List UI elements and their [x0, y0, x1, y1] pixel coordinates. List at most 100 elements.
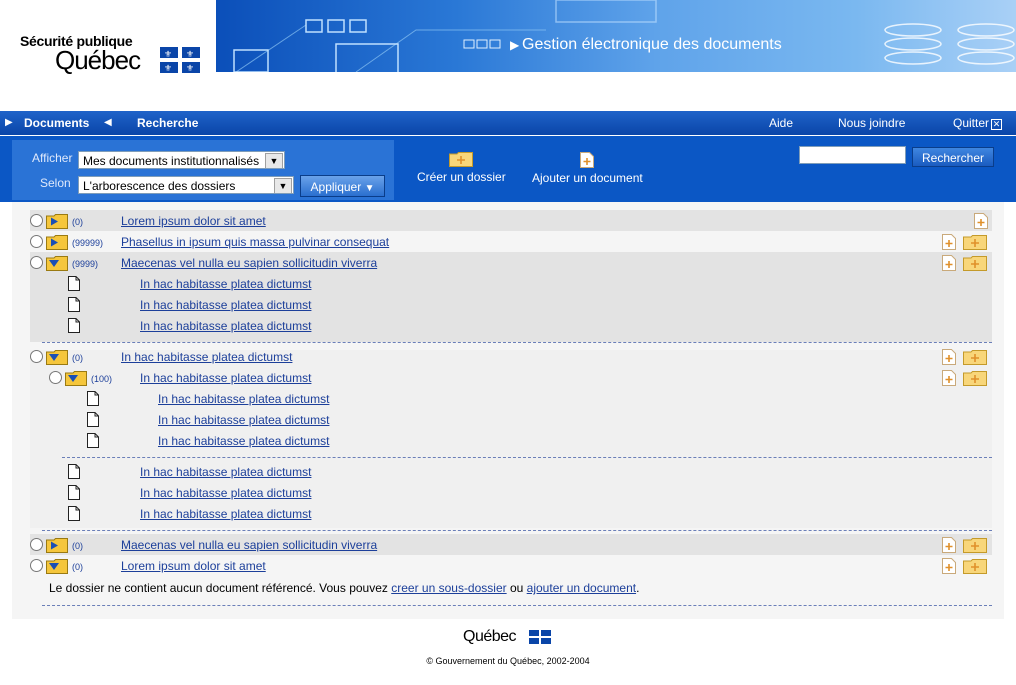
select-radio[interactable] — [30, 214, 43, 227]
add-folder-icon[interactable] — [963, 559, 987, 574]
document-link[interactable]: In hac habitasse platea dictumst — [140, 507, 311, 521]
add-folder-icon[interactable] — [963, 235, 987, 250]
logo: Sécurité publique Québec ⚜ ⚜ ⚜ ⚜ — [0, 0, 216, 73]
folder-closed-icon[interactable] — [46, 538, 68, 553]
row-actions — [942, 537, 987, 556]
select-radio[interactable] — [30, 538, 43, 551]
folder-open-icon[interactable] — [46, 350, 68, 365]
document-icon — [68, 297, 80, 312]
selon-label: Selon — [40, 176, 71, 190]
document-link[interactable]: In hac habitasse platea dictumst — [158, 413, 329, 427]
svg-text:⚜: ⚜ — [186, 64, 194, 73]
empty-folder-message: Le dossier ne contient aucun document ré… — [49, 581, 639, 595]
document-link[interactable]: In hac habitasse platea dictumst — [140, 298, 311, 312]
chevron-down-icon: ▼ — [265, 153, 283, 168]
document-icon — [87, 391, 99, 406]
afficher-select[interactable]: Mes documents institutionnalisés ▼ — [78, 151, 285, 169]
add-document-icon[interactable] — [942, 370, 956, 386]
document-icon — [68, 276, 80, 291]
copyright: © Gouvernement du Québec, 2002-2004 — [426, 656, 590, 666]
select-radio[interactable] — [30, 559, 43, 572]
tree-row: (99999) Phasellus in ipsum quis massa pu… — [30, 231, 992, 252]
tree-row: (0) Lorem ipsum dolor sit amet — [30, 555, 992, 576]
add-document-icon[interactable] — [942, 234, 956, 250]
document-icon — [68, 485, 80, 500]
document-link[interactable]: In hac habitasse platea dictumst — [140, 319, 311, 333]
afficher-label: Afficher — [32, 151, 73, 165]
nav-documents[interactable]: Documents — [24, 116, 89, 130]
document-icon — [68, 318, 80, 333]
search-button[interactable]: Rechercher — [912, 147, 994, 167]
document-row: In hac habitasse platea dictumst — [30, 430, 992, 451]
folder-link[interactable]: In hac habitasse platea dictumst — [121, 350, 292, 364]
document-icon — [68, 506, 80, 521]
nav-quitter[interactable]: Quitter ✕ — [953, 116, 1003, 130]
selon-select[interactable]: L'arborescence des dossiers ▼ — [78, 176, 294, 194]
search-input[interactable] — [799, 146, 906, 164]
folder-open-icon[interactable] — [65, 371, 87, 386]
empty-message-end: . — [636, 581, 640, 595]
banner-title: Gestion électronique des documents — [522, 36, 782, 53]
folder-link[interactable]: In hac habitasse platea dictumst — [140, 371, 311, 385]
add-folder-icon[interactable] — [963, 350, 987, 365]
add-document-icon[interactable] — [942, 255, 956, 271]
document-tree: (0) Lorem ipsum dolor sit amet (99999) P… — [12, 202, 1004, 619]
add-document-icon[interactable] — [974, 213, 988, 229]
header: Sécurité publique Québec ⚜ ⚜ ⚜ ⚜ ▶ Gesti… — [0, 0, 1016, 73]
document-link[interactable]: In hac habitasse platea dictumst — [140, 486, 311, 500]
add-folder-icon[interactable] — [963, 256, 987, 271]
document-link[interactable]: In hac habitasse platea dictumst — [158, 434, 329, 448]
folder-closed-icon[interactable] — [46, 214, 68, 229]
folder-link[interactable]: Lorem ipsum dolor sit amet — [121, 214, 266, 228]
apply-button[interactable]: Appliquer ▼ — [300, 175, 385, 197]
divider — [42, 530, 992, 531]
tree-row: (0) In hac habitasse platea dictumst — [30, 346, 992, 367]
document-link[interactable]: In hac habitasse platea dictumst — [140, 277, 311, 291]
folder-link[interactable]: Maecenas vel nulla eu sapien sollicitudi… — [121, 256, 377, 270]
item-count: (99999) — [72, 238, 104, 248]
svg-text:⚜: ⚜ — [186, 50, 194, 60]
filter-box: Afficher Mes documents institutionnalisé… — [12, 140, 394, 200]
nav-arrow-left-icon: ◀ — [104, 117, 112, 128]
document-icon — [87, 412, 99, 427]
triangle-down-icon: ▼ — [364, 183, 375, 194]
document-row: In hac habitasse platea dictumst — [30, 273, 992, 294]
select-radio[interactable] — [49, 371, 62, 384]
select-radio[interactable] — [30, 256, 43, 269]
folder-open-icon[interactable] — [46, 256, 68, 271]
row-actions — [974, 213, 988, 232]
select-radio[interactable] — [30, 235, 43, 248]
row-actions — [942, 558, 987, 577]
document-link[interactable]: In hac habitasse platea dictumst — [140, 465, 311, 479]
document-row: In hac habitasse platea dictumst — [30, 388, 992, 409]
nav-aide[interactable]: Aide — [769, 116, 793, 130]
select-radio[interactable] — [30, 350, 43, 363]
folder-link[interactable]: Maecenas vel nulla eu sapien sollicitudi… — [121, 538, 377, 552]
create-folder-button[interactable]: Créer un dossier — [417, 152, 506, 184]
toolbar: Afficher Mes documents institutionnalisé… — [0, 136, 1016, 202]
nav-nous-joindre[interactable]: Nous joindre — [838, 116, 905, 130]
row-actions — [942, 234, 987, 253]
item-count: (9999) — [72, 259, 99, 269]
svg-text:⚜: ⚜ — [164, 64, 172, 73]
add-document-link[interactable]: ajouter un document — [527, 581, 636, 595]
add-folder-icon — [449, 152, 473, 167]
row-actions — [942, 370, 987, 389]
empty-message-text: Le dossier ne contient aucun document ré… — [49, 581, 388, 595]
add-folder-icon[interactable] — [963, 371, 987, 386]
add-document-icon[interactable] — [942, 537, 956, 553]
folder-open-icon[interactable] — [46, 559, 68, 574]
document-link[interactable]: In hac habitasse platea dictumst — [158, 392, 329, 406]
folder-link[interactable]: Phasellus in ipsum quis massa pulvinar c… — [121, 235, 389, 249]
folder-link[interactable]: Lorem ipsum dolor sit amet — [121, 559, 266, 573]
add-document-button[interactable]: Ajouter un document — [532, 152, 643, 185]
nav-recherche[interactable]: Recherche — [137, 116, 198, 130]
add-document-icon[interactable] — [942, 558, 956, 574]
add-folder-icon[interactable] — [963, 538, 987, 553]
folder-closed-icon[interactable] — [46, 235, 68, 250]
item-count: (0) — [72, 541, 83, 551]
divider — [62, 457, 992, 458]
create-subfolder-link[interactable]: creer un sous-dossier — [391, 581, 506, 595]
item-count: (0) — [72, 562, 83, 572]
add-document-icon[interactable] — [942, 349, 956, 365]
